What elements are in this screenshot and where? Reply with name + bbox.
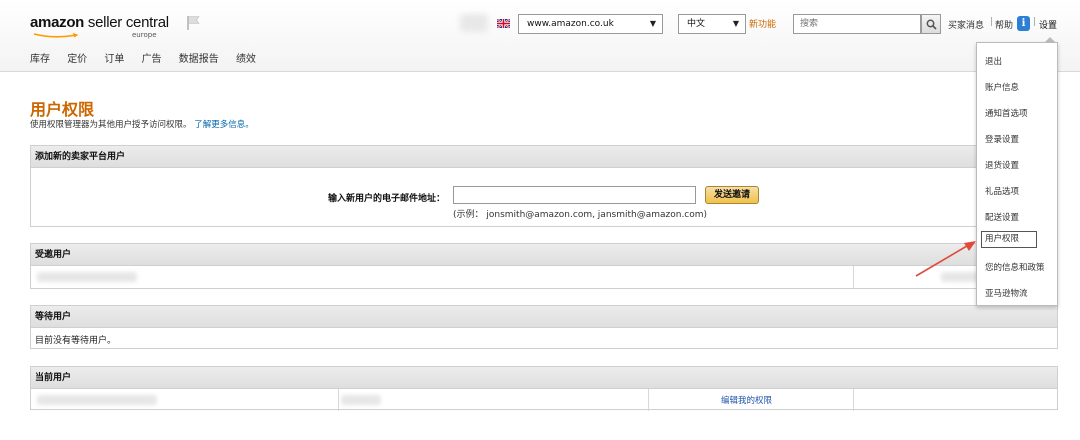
language-select-value: 中文 — [687, 19, 706, 29]
flag-icon[interactable] — [186, 15, 202, 31]
page-title: 用户权限 — [30, 100, 95, 119]
blurred-value — [941, 272, 981, 282]
table-row — [31, 266, 1057, 288]
email-label: 输入新用户的电子邮件地址： — [328, 194, 446, 204]
info-icon[interactable]: i — [1017, 16, 1030, 31]
search-button[interactable] — [921, 14, 941, 34]
add-user-heading: 添加新的卖家平台用户 — [31, 146, 1057, 168]
edit-my-permissions-link[interactable]: 编辑我的权限 — [721, 394, 772, 406]
email-field[interactable] — [453, 186, 696, 204]
table-row: 编辑我的权限 — [31, 389, 1057, 411]
page-description: 使用权限管理器为其他用户授予访问权限。 了解更多信息。 — [30, 118, 254, 130]
settings-link[interactable]: 设置 — [1039, 18, 1057, 31]
top-header: amazon seller central europe www.amazon.… — [0, 0, 1080, 72]
no-waiting-users-text: 目前没有等待用户。 — [35, 336, 117, 346]
page-description-text: 使用权限管理器为其他用户授予访问权限。 — [30, 120, 192, 130]
uk-flag-icon — [497, 19, 510, 28]
send-invite-button[interactable]: 发送邀请 — [705, 186, 759, 204]
help-link[interactable]: 帮助 — [995, 18, 1013, 31]
main-nav: 库存 定价 订单 广告 数据报告 绩效 — [30, 50, 270, 65]
email-example-text: (示例： jonsmith@amazon.com, jansmith@amazo… — [453, 210, 708, 220]
waiting-users-heading: 等待用户 — [31, 306, 1057, 328]
blurred-email — [37, 272, 137, 282]
chevron-down-icon: ▼ — [732, 19, 739, 28]
column-divider — [338, 389, 339, 411]
amazon-smile-icon — [33, 33, 79, 38]
invited-users-heading: 受邀用户 — [31, 244, 1057, 266]
waiting-users-panel: 等待用户 目前没有等待用户。 — [30, 305, 1058, 349]
menu-item-user-permissions[interactable]: 用户权限 — [981, 231, 1037, 248]
separator: | — [1033, 17, 1037, 27]
language-select[interactable]: 中文 ▼ — [678, 14, 746, 34]
search-input[interactable] — [793, 14, 921, 34]
menu-item-logout[interactable]: 退出 — [985, 55, 1002, 67]
menu-item-your-info-and-policies[interactable]: 您的信息和政策 — [985, 261, 1045, 273]
logo-seller-central-text: seller central — [84, 14, 169, 31]
separator: | — [990, 17, 994, 27]
menu-item-login-settings[interactable]: 登录设置 — [985, 133, 1019, 145]
new-features-link[interactable]: 新功能 — [749, 17, 776, 30]
invited-users-panel: 受邀用户 — [30, 243, 1058, 289]
logo-amazon-text: amazon — [30, 14, 85, 31]
chevron-down-icon: ▼ — [649, 19, 656, 28]
menu-item-gift-options[interactable]: 礼品选项 — [985, 185, 1019, 197]
logo-region-text: europe — [132, 31, 157, 39]
marketplace-select-value: www.amazon.co.uk — [527, 19, 614, 29]
current-users-heading: 当前用户 — [31, 367, 1057, 389]
menu-item-shipping-settings[interactable]: 配送设置 — [985, 211, 1019, 223]
nav-item-advertising[interactable]: 广告 — [142, 54, 162, 65]
settings-dropdown-menu: 退出 账户信息 通知首选项 登录设置 退货设置 礼品选项 配送设置 用户权限 您… — [976, 42, 1058, 306]
learn-more-link[interactable]: 了解更多信息。 — [194, 120, 254, 130]
blurred-user-email — [341, 395, 381, 405]
seller-central-logo[interactable]: amazon seller central europe — [30, 14, 169, 39]
blurred-account-name — [460, 14, 488, 32]
buyer-messages-link[interactable]: 买家消息 — [948, 18, 984, 31]
marketplace-select[interactable]: www.amazon.co.uk ▼ — [518, 14, 663, 34]
column-divider — [853, 389, 854, 411]
menu-item-notification-preferences[interactable]: 通知首选项 — [985, 107, 1028, 119]
nav-item-reports[interactable]: 数据报告 — [179, 54, 219, 65]
current-users-panel: 当前用户 编辑我的权限 — [30, 366, 1058, 411]
nav-item-inventory[interactable]: 库存 — [30, 54, 50, 65]
add-user-panel: 添加新的卖家平台用户 输入新用户的电子邮件地址： 发送邀请 (示例： jonsm… — [30, 145, 1058, 227]
menu-item-account-info[interactable]: 账户信息 — [985, 81, 1019, 93]
nav-item-performance[interactable]: 绩效 — [236, 54, 256, 65]
column-divider — [648, 389, 649, 411]
nav-item-orders[interactable]: 订单 — [104, 54, 124, 65]
nav-item-pricing[interactable]: 定价 — [67, 54, 87, 65]
blurred-user-name — [37, 395, 157, 405]
search-icon — [926, 19, 937, 30]
menu-item-return-settings[interactable]: 退货设置 — [985, 159, 1019, 171]
column-divider — [853, 266, 854, 288]
menu-item-fulfillment-by-amazon[interactable]: 亚马逊物流 — [985, 287, 1028, 299]
